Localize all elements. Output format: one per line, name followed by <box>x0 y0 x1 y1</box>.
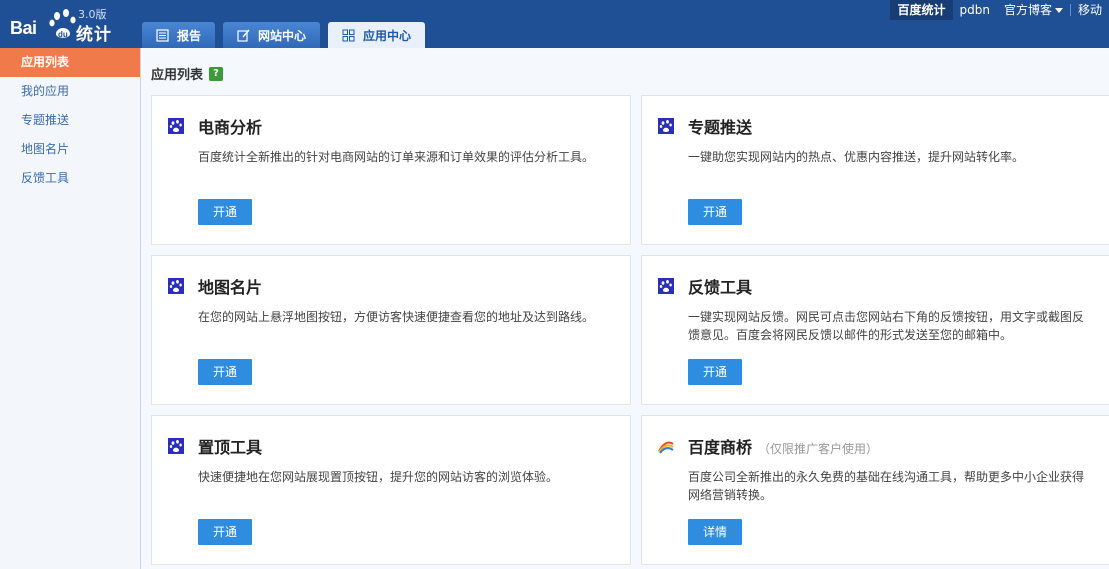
activate-button[interactable]: 开通 <box>198 519 252 545</box>
report-list-icon <box>156 28 169 42</box>
activate-button[interactable]: 开通 <box>688 359 742 385</box>
card-title: 反馈工具 <box>688 274 752 298</box>
card-title: 电商分析 <box>198 114 262 138</box>
help-icon[interactable]: ? <box>209 66 224 81</box>
baidu-paw-logo-icon: du <box>49 9 76 39</box>
official-blog-dropdown[interactable]: 官方博客 <box>997 0 1070 20</box>
sidebar-item-my-apps[interactable]: 我的应用 <box>0 77 140 106</box>
baidu-paw-icon <box>168 438 184 454</box>
baidu-paw-icon <box>658 278 674 294</box>
top-links: 百度统计 pdbn 官方博客 移动 <box>890 0 1109 20</box>
app-card-map-card: 地图名片 在您的网站上悬浮地图按钮，方便访客快速便捷查看您的地址及达到路线。 开… <box>151 255 631 405</box>
app-card-feedback-tool: 反馈工具 一键实现网站反馈。网民可点击您网站右下角的反馈按钮，用文字或截图反馈意… <box>641 255 1109 405</box>
app-card-topic-push: 专题推送 一键助您实现网站内的热点、优惠内容推送，提升网站转化率。 开通 <box>641 95 1109 245</box>
app-card-ecommerce: 电商分析 百度统计全新推出的针对电商网站的订单来源和订单效果的评估分析工具。 开… <box>151 95 631 245</box>
logo-bai-text: Bai <box>10 18 37 38</box>
card-description: 在您的网站上悬浮地图按钮，方便访客快速便捷查看您的地址及达到路线。 <box>198 310 595 324</box>
card-title-text: 地图名片 <box>198 278 263 297</box>
card-description: 百度统计全新推出的针对电商网站的订单来源和订单效果的评估分析工具。 <box>198 150 595 164</box>
card-title-text: 百度商桥 <box>688 438 753 457</box>
main-nav-tabs: 报告 网站中心 应用中心 <box>142 22 426 48</box>
edit-icon <box>237 29 250 42</box>
tab-report[interactable]: 报告 <box>142 22 216 48</box>
logo-tongji-text: 统计 <box>76 25 112 45</box>
tab-site-center[interactable]: 网站中心 <box>223 22 321 48</box>
baidu-tongji-logo[interactable]: Bai du 3.0版 统计 <box>10 6 120 45</box>
chevron-down-icon <box>1054 8 1063 13</box>
sidebar-item-app-list[interactable]: 应用列表 <box>0 48 140 77</box>
svg-text:du: du <box>58 30 68 39</box>
official-blog-label: 官方博客 <box>1003 3 1052 17</box>
sidebar: 应用列表 我的应用 专题推送 地图名片 反馈工具 <box>0 48 141 569</box>
baidu-tongji-link[interactable]: 百度统计 <box>890 0 953 20</box>
top-bar: Bai du 3.0版 统计 报告 网站中心 应用中心 百度统计 pdbn 官方… <box>0 0 1109 48</box>
sidebar-item-topic-push[interactable]: 专题推送 <box>0 106 140 135</box>
baidu-paw-icon <box>658 118 674 134</box>
card-description: 一键助您实现网站内的热点、优惠内容推送，提升网站转化率。 <box>688 150 1025 164</box>
activate-button[interactable]: 开通 <box>198 359 252 385</box>
tab-site-center-label: 网站中心 <box>258 28 307 43</box>
card-title-text: 反馈工具 <box>688 278 753 297</box>
tab-report-label: 报告 <box>177 28 202 43</box>
card-title: 地图名片 <box>198 274 262 298</box>
activate-button[interactable]: 开通 <box>688 199 742 225</box>
app-card-top-tool: 置顶工具 快速便捷地在您网站展现置顶按钮，提升您的网站访客的浏览体验。 开通 <box>151 415 631 565</box>
details-button[interactable]: 详情 <box>688 519 742 545</box>
grid-apps-icon <box>342 29 355 41</box>
card-description: 百度公司全新推出的永久免费的基础在线沟通工具，帮助更多中小企业获得网络营销转换。 <box>688 470 1085 502</box>
tab-app-center[interactable]: 应用中心 <box>328 22 426 48</box>
card-title: 专题推送 <box>688 114 752 138</box>
card-description: 快速便捷地在您网站展现置顶按钮，提升您的网站访客的浏览体验。 <box>198 470 559 484</box>
app-card-shangqiao: 百度商桥 （仅限推广客户使用） 百度公司全新推出的永久免费的基础在线沟通工具，帮助… <box>641 415 1109 565</box>
sidebar-item-map-card[interactable]: 地图名片 <box>0 135 140 164</box>
page-title-text: 应用列表 <box>151 68 204 83</box>
baidu-paw-icon <box>168 278 184 294</box>
card-title-text: 电商分析 <box>198 118 263 137</box>
shangqiao-bridge-icon <box>658 441 674 454</box>
card-description: 一键实现网站反馈。网民可点击您网站右下角的反馈按钮，用文字或截图反馈意见。百度会… <box>688 310 1085 342</box>
card-title-note: （仅限推广客户使用） <box>758 442 879 456</box>
card-title-text: 专题推送 <box>688 118 753 137</box>
card-title-text: 置顶工具 <box>198 438 263 457</box>
card-title: 置顶工具 <box>198 434 262 458</box>
baidu-paw-icon <box>168 118 184 134</box>
user-name-link[interactable]: pdbn <box>953 0 997 20</box>
page-title: 应用列表 ? <box>151 64 224 83</box>
sidebar-item-feedback-tool[interactable]: 反馈工具 <box>0 164 140 193</box>
mobile-link[interactable]: 移动 <box>1071 0 1109 20</box>
main-content: 应用列表 ? 电商分析 百度统计全新推出的针对电商网站的订单来源和订单效果的评估… <box>141 48 1109 569</box>
tab-app-center-label: 应用中心 <box>363 28 412 43</box>
activate-button[interactable]: 开通 <box>198 199 252 225</box>
card-title: 百度商桥 （仅限推广客户使用） <box>688 434 878 458</box>
